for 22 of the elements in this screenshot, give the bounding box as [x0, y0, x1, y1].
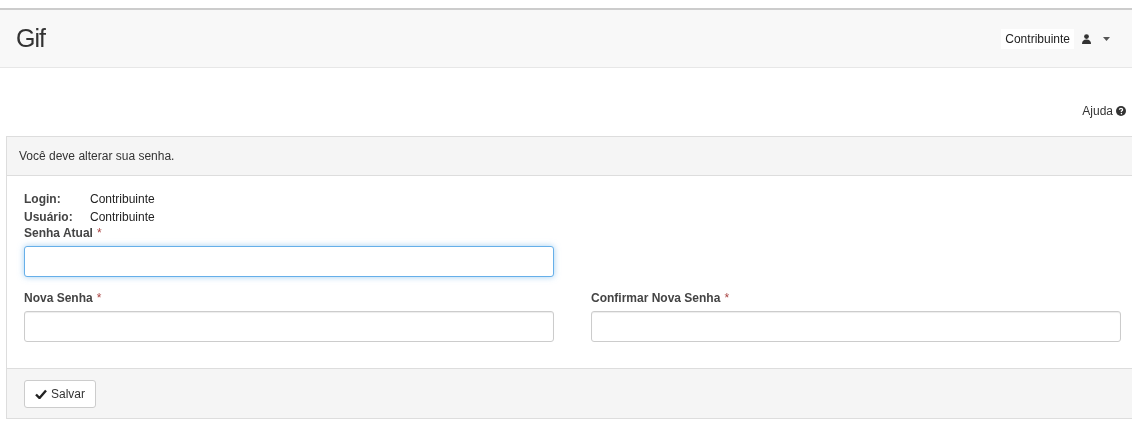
save-button[interactable]: Salvar	[24, 380, 96, 408]
password-field[interactable]	[591, 311, 1121, 342]
user-name[interactable]: Contribuinte	[1001, 28, 1074, 49]
password-field[interactable]	[24, 311, 554, 342]
field-label: Senha Atual	[24, 226, 93, 240]
panel-heading: Você deve alterar sua senha.	[19, 149, 175, 163]
required-mark: *	[96, 226, 102, 240]
password-field[interactable]	[24, 246, 554, 277]
info-value: Contribuinte	[90, 191, 155, 208]
logo[interactable]: Gif	[16, 24, 45, 53]
required-mark: *	[96, 291, 102, 305]
field-label: Confirmar Nova Senha	[591, 291, 721, 305]
field-label: Nova Senha	[24, 291, 93, 305]
info-label: Login:	[24, 191, 62, 208]
user-icon[interactable]	[1082, 33, 1091, 44]
required-mark: *	[724, 291, 730, 305]
help-link[interactable]: Ajuda	[1082, 104, 1113, 118]
info-value: Contribuinte	[90, 209, 155, 226]
caret-icon[interactable]	[1103, 36, 1110, 41]
info-label: Usuário:	[24, 209, 74, 226]
check-icon	[35, 389, 47, 399]
help-icon	[1116, 106, 1126, 116]
